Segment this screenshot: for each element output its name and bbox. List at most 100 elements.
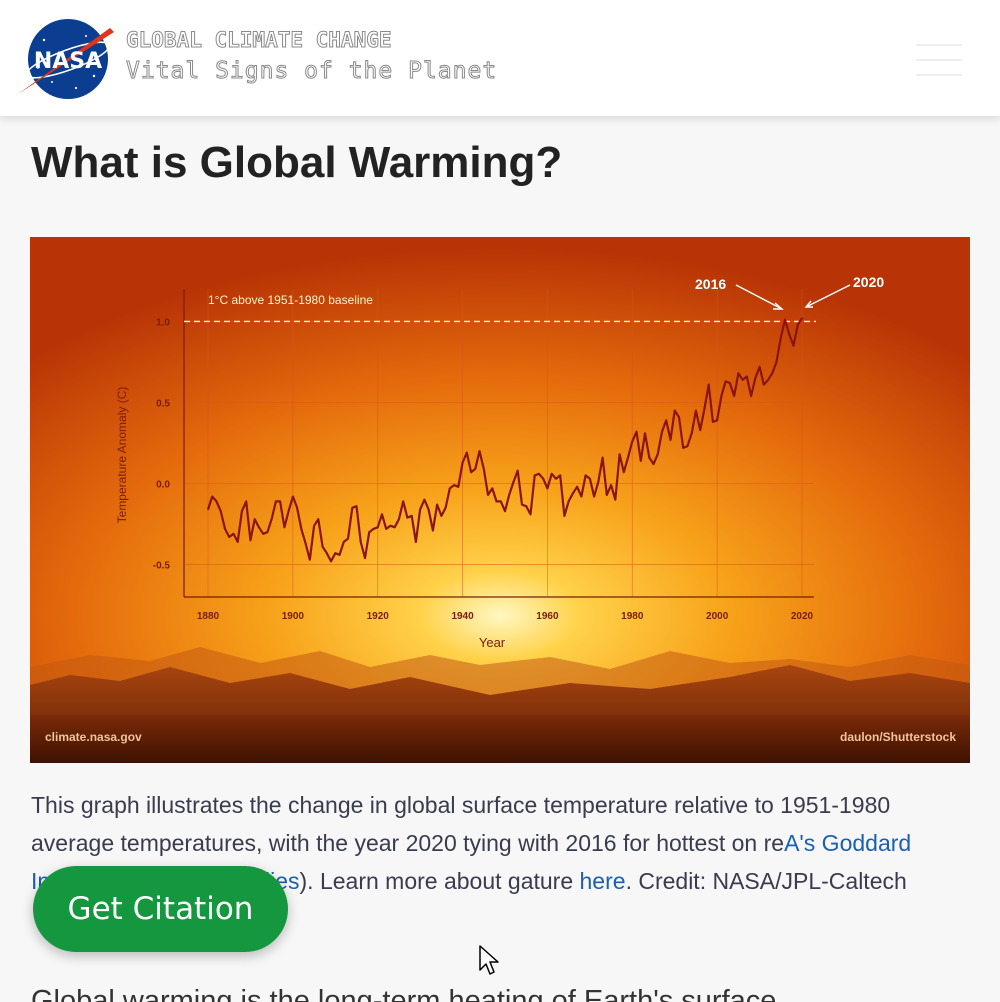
baseline-label: 1°C above 1951-1980 baseline (208, 293, 373, 307)
data-point (342, 541, 345, 543)
data-point (385, 528, 388, 530)
nasa-logo-text: NASA (34, 49, 102, 74)
data-point (236, 541, 239, 543)
x-tick-label: 1900 (282, 611, 305, 622)
x-tick-label: 2000 (706, 611, 729, 622)
data-point (427, 508, 430, 511)
data-point (627, 456, 629, 459)
data-point (784, 319, 786, 321)
data-point (656, 453, 659, 456)
data-point (716, 419, 718, 422)
data-point (754, 377, 757, 379)
data-point (279, 500, 281, 503)
data-point (631, 440, 634, 443)
data-point (292, 495, 294, 498)
data-point (763, 383, 765, 386)
data-point (491, 487, 494, 490)
data-point (415, 541, 417, 543)
data-point (444, 507, 447, 509)
data-point (695, 409, 697, 412)
data-point (398, 518, 400, 520)
data-point (635, 430, 638, 433)
ground (30, 715, 970, 763)
caption-text-4: . Credit: NASA/JPL-Caltech (625, 868, 907, 894)
data-point (321, 545, 324, 548)
data-point (614, 498, 617, 501)
x-tick-label: 1920 (367, 611, 390, 622)
temperature-anomaly-chart: 1880 1900 1920 1940 1960 1980 2000 2020 -0.5 0.0 0… (30, 237, 970, 763)
data-point (665, 419, 668, 422)
next-paragraph: Global warming is the long-term heating … (31, 985, 777, 1002)
data-point (461, 461, 464, 464)
data-point (559, 474, 561, 477)
data-point (419, 508, 421, 511)
data-point (381, 513, 383, 516)
data-point (232, 532, 235, 535)
data-point (326, 552, 328, 555)
hamburger-menu-icon[interactable] (912, 40, 966, 80)
data-point (673, 409, 676, 412)
data-point (355, 505, 358, 508)
data-point (729, 382, 731, 384)
x-tick-label: 1940 (451, 611, 474, 622)
data-point (758, 366, 761, 368)
learn-more-link[interactable]: here (580, 868, 626, 894)
data-point (211, 495, 214, 498)
data-point (376, 526, 379, 529)
data-point (423, 498, 426, 501)
data-point (393, 526, 396, 529)
data-point (733, 395, 735, 397)
data-point (283, 526, 286, 529)
data-point (792, 344, 795, 347)
data-point (207, 508, 209, 511)
data-point (317, 518, 320, 520)
data-point (682, 447, 684, 449)
y-axis-label: Temperature Anomaly (C) (115, 387, 129, 524)
nasa-meatball-logo[interactable]: NASA (14, 16, 118, 102)
data-point (521, 503, 523, 506)
data-point (576, 485, 578, 488)
data-point (601, 456, 604, 459)
y-tick-label: 0.5 (156, 398, 170, 409)
site-title[interactable]: GLOBAL CLIMATE CHANGE (126, 28, 393, 53)
data-point (334, 552, 337, 555)
data-point (597, 481, 600, 483)
data-point (338, 554, 341, 556)
data-point (550, 473, 553, 475)
data-point (304, 542, 307, 545)
data-point (266, 531, 269, 533)
data-point (249, 539, 252, 542)
x-tick-label: 1960 (536, 611, 559, 622)
annotation-2016: 2016 (695, 276, 726, 292)
data-point (788, 333, 791, 336)
data-point (796, 323, 799, 326)
x-tick-label: 2020 (791, 611, 814, 622)
data-point (440, 515, 443, 517)
get-citation-button[interactable]: Get Citation (33, 866, 288, 952)
data-point (364, 557, 366, 559)
data-point (300, 528, 303, 530)
data-point (449, 487, 451, 490)
data-point (610, 484, 612, 486)
data-point (287, 510, 290, 512)
data-point (241, 510, 243, 512)
data-point (474, 468, 477, 470)
data-point (453, 484, 455, 486)
data-point (720, 395, 723, 397)
data-point (533, 474, 536, 477)
data-point (487, 494, 489, 496)
data-point (648, 456, 651, 459)
data-point (779, 336, 782, 339)
data-point (466, 451, 468, 454)
data-point (589, 477, 591, 480)
data-point (771, 372, 774, 375)
data-point (724, 380, 727, 383)
source-credit-right: daulon/Shutterstock (840, 730, 956, 744)
data-point (801, 317, 803, 319)
caption-text-1: This graph illustrates the change in glo… (31, 792, 891, 856)
data-point (661, 430, 663, 433)
data-point (372, 528, 375, 530)
data-point (593, 495, 595, 498)
data-point (432, 529, 434, 532)
data-point (309, 558, 311, 561)
